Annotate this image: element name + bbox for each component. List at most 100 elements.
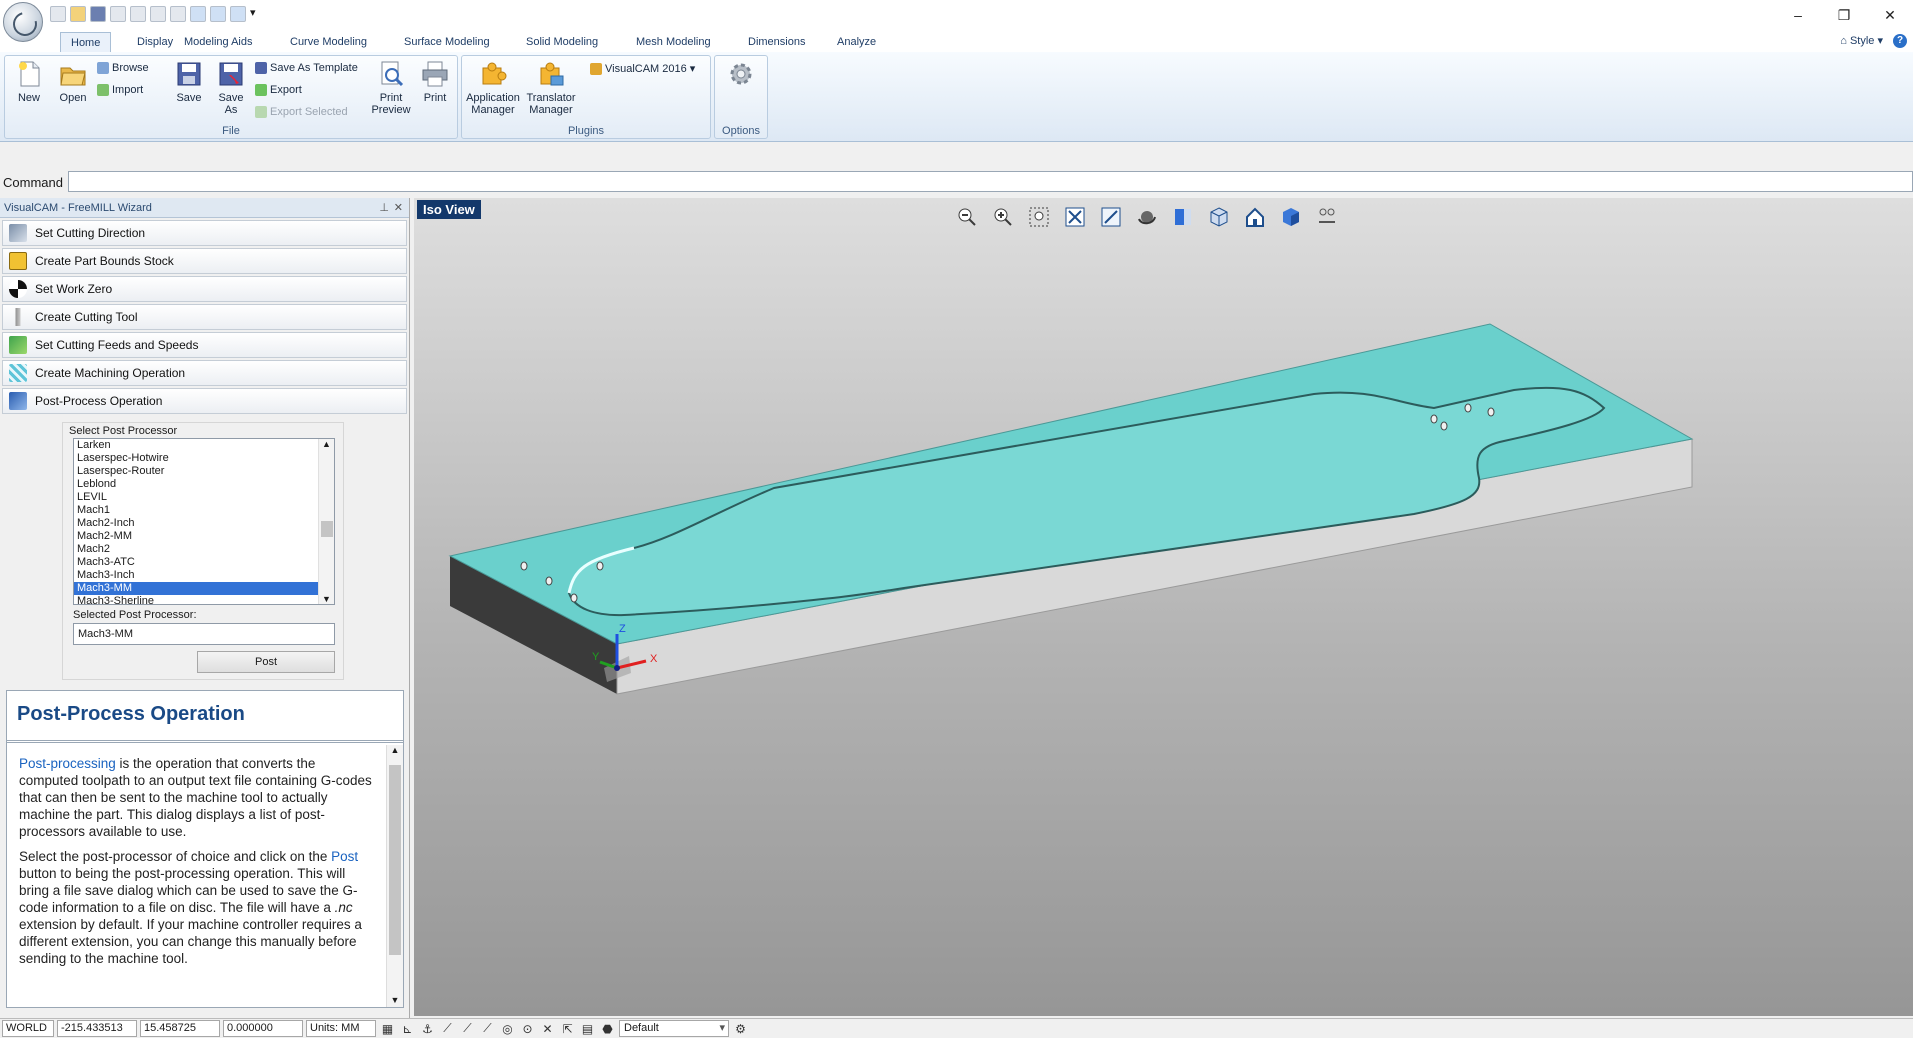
front-view-icon[interactable] — [1170, 204, 1196, 230]
options-button[interactable] — [721, 60, 761, 92]
tab-modeling-aids[interactable]: Modeling Aids — [174, 32, 263, 52]
coordinate-system-field[interactable]: WORLD — [2, 1020, 54, 1037]
cut-icon[interactable] — [130, 6, 146, 22]
post-processor-item[interactable]: Mach2-Inch — [74, 517, 334, 530]
wizard-item-post-process-operation[interactable]: Post-Process Operation — [2, 388, 407, 414]
rotate-view-icon[interactable] — [1134, 204, 1160, 230]
post-processor-item[interactable]: Laserspec-Hotwire — [74, 452, 334, 465]
tab-mesh-modeling[interactable]: Mesh Modeling — [626, 32, 721, 52]
post-processor-item[interactable]: Mach3-Inch — [74, 569, 334, 582]
snap-intersection-icon[interactable]: ✕ — [539, 1020, 556, 1037]
scroll-thumb[interactable] — [321, 521, 333, 537]
snap-line-icon[interactable]: ⟋ — [439, 1020, 456, 1037]
panel-close-icon[interactable]: ✕ — [394, 198, 403, 218]
post-processor-item[interactable]: LEVIL — [74, 491, 334, 504]
snap-midpoint-icon[interactable]: ⟋ — [459, 1020, 476, 1037]
selected-post-processor-field[interactable]: Mach3-MM — [73, 623, 335, 645]
wizard-item-set-work-zero[interactable]: Set Work Zero — [2, 276, 407, 302]
post-processor-item[interactable]: Mach2-MM — [74, 530, 334, 543]
application-manager-button[interactable]: Application Manager — [466, 60, 520, 116]
tab-dimensions[interactable]: Dimensions — [738, 32, 815, 52]
post-processor-item[interactable]: Mach2 — [74, 543, 334, 556]
undo-icon[interactable] — [190, 6, 206, 22]
save-icon[interactable] — [90, 6, 106, 22]
open-button[interactable]: Open — [53, 60, 93, 104]
wizard-item-create-cutting-tool[interactable]: Create Cutting Tool — [2, 304, 407, 330]
zoom-extents-icon[interactable] — [1062, 204, 1088, 230]
new-button[interactable]: New — [9, 60, 49, 104]
home-view-icon[interactable] — [1242, 204, 1268, 230]
units-field[interactable]: Units: MM — [306, 1020, 376, 1037]
paste-icon[interactable] — [170, 6, 186, 22]
new-file-icon[interactable] — [50, 6, 66, 22]
post-processor-list[interactable]: Larken Laserspec-Hotwire Laserspec-Router L… — [73, 438, 335, 605]
post-processor-item[interactable]: Mach1 — [74, 504, 334, 517]
wizard-item-set-cutting-feeds-and-speeds[interactable]: Set Cutting Feeds and Speeds — [2, 332, 407, 358]
redo-icon[interactable] — [210, 6, 226, 22]
zoom-in-icon[interactable] — [990, 204, 1016, 230]
zoom-out-icon[interactable] — [954, 204, 980, 230]
save-as-button[interactable]: Save As — [211, 60, 251, 116]
visualcam-menu-button[interactable]: VisualCAM 2016 ▾ — [590, 62, 695, 75]
layers-icon[interactable]: ▤ — [579, 1020, 596, 1037]
print-icon[interactable] — [110, 6, 126, 22]
customize-toolbar-icon[interactable]: ▾ — [250, 6, 266, 22]
refresh-icon[interactable] — [230, 6, 246, 22]
scroll-up-icon[interactable]: ▲ — [387, 745, 403, 755]
snap-anchor-icon[interactable]: ⚓ — [419, 1020, 436, 1037]
snap-quadrant-icon[interactable]: ⊙ — [519, 1020, 536, 1037]
export-button[interactable]: Export — [255, 84, 302, 96]
save-button[interactable]: Save — [169, 60, 209, 104]
snap-center-icon[interactable]: ◎ — [499, 1020, 516, 1037]
restore-button[interactable]: ❐ — [1821, 0, 1867, 30]
grid-icon[interactable]: ▦ — [379, 1020, 396, 1037]
export-selected-button[interactable]: Export Selected — [255, 106, 348, 118]
tab-curve-modeling[interactable]: Curve Modeling — [280, 32, 377, 52]
help-scrollbar[interactable]: ▲ ▼ — [386, 745, 403, 1007]
post-processor-item[interactable]: Leblond — [74, 478, 334, 491]
zoom-window-icon[interactable] — [1026, 204, 1052, 230]
post-processor-item[interactable]: Mach3-ATC — [74, 556, 334, 569]
minimize-button[interactable]: – — [1775, 0, 1821, 30]
status-settings-gear-icon[interactable]: ⚙ — [732, 1020, 749, 1037]
scene-canvas[interactable]: Z X Y — [414, 198, 1913, 1016]
print-preview-button[interactable]: Print Preview — [371, 60, 411, 116]
layer-select[interactable]: Default — [619, 1020, 729, 1037]
tab-surface-modeling[interactable]: Surface Modeling — [394, 32, 500, 52]
pin-icon[interactable]: ⊥ — [379, 198, 389, 218]
post-processor-item[interactable]: Mach3-Sherline — [74, 595, 334, 604]
scroll-thumb[interactable] — [389, 765, 401, 955]
iso-view-icon[interactable] — [1206, 204, 1232, 230]
post-processor-item[interactable]: Mach3-MM — [74, 582, 334, 595]
style-menu[interactable]: ⌂ Style ▾ — [1840, 34, 1883, 47]
application-menu-button[interactable] — [3, 2, 43, 42]
scroll-up-icon[interactable]: ▲ — [319, 439, 334, 449]
shaded-display-icon[interactable] — [1278, 204, 1304, 230]
wizard-item-create-part-bounds-stock[interactable]: Create Part Bounds Stock — [2, 248, 407, 274]
open-folder-icon[interactable] — [70, 6, 86, 22]
3d-viewport[interactable]: Z X Y Iso View — [414, 198, 1913, 1016]
browse-button[interactable]: Browse — [97, 62, 149, 74]
command-input[interactable] — [68, 171, 1913, 192]
zoom-selected-icon[interactable] — [1098, 204, 1124, 230]
post-processor-item[interactable]: Laserspec-Router — [74, 465, 334, 478]
display-settings-icon[interactable] — [1314, 204, 1340, 230]
post-processing-link[interactable]: Post-processing — [19, 756, 116, 771]
snap-end-icon[interactable]: ⟋ — [479, 1020, 496, 1037]
wizard-item-set-cutting-direction[interactable]: Set Cutting Direction — [2, 220, 407, 246]
post-button[interactable]: Post — [197, 651, 335, 673]
layer-color-icon[interactable]: ⬣ — [599, 1020, 616, 1037]
import-button[interactable]: Import — [97, 84, 143, 96]
tab-solid-modeling[interactable]: Solid Modeling — [516, 32, 608, 52]
scroll-down-icon[interactable]: ▼ — [387, 995, 403, 1005]
save-as-template-button[interactable]: Save As Template — [255, 62, 358, 74]
ortho-icon[interactable]: ⊾ — [399, 1020, 416, 1037]
post-processor-item[interactable]: Larken — [74, 439, 334, 452]
post-link[interactable]: Post — [331, 849, 358, 864]
help-icon[interactable]: ? — [1893, 34, 1907, 48]
print-button[interactable]: Print — [415, 60, 455, 104]
tab-home[interactable]: Home — [60, 32, 112, 52]
tab-analyze[interactable]: Analyze — [827, 32, 886, 52]
post-processor-scrollbar[interactable]: ▲ ▼ — [318, 439, 334, 604]
wizard-item-create-machining-operation[interactable]: Create Machining Operation — [2, 360, 407, 386]
